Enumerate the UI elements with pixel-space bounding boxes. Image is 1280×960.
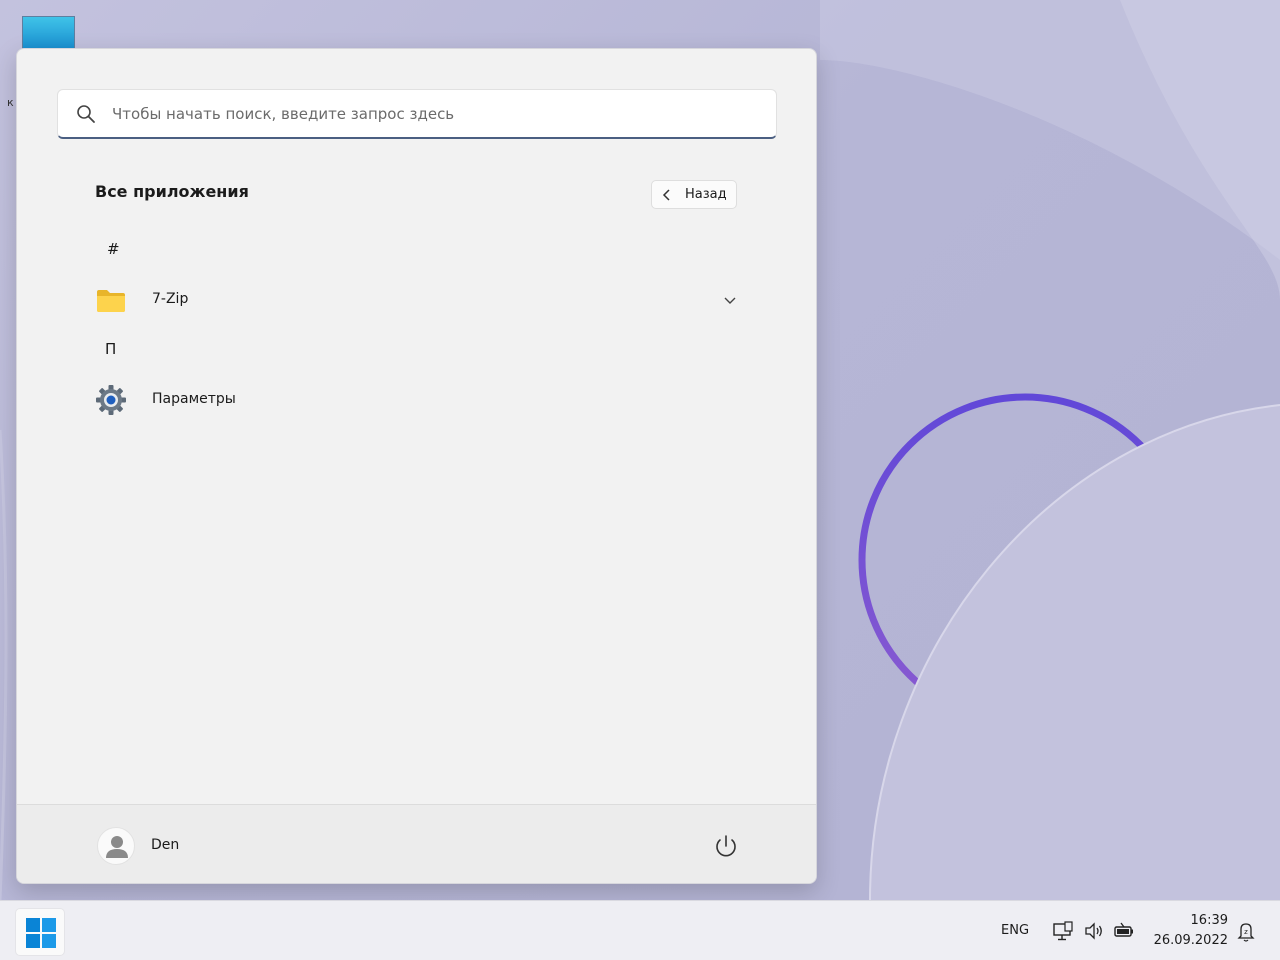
desktop-shortcut-icon[interactable] xyxy=(22,16,75,50)
search-input[interactable] xyxy=(112,90,752,138)
user-avatar[interactable] xyxy=(97,827,135,865)
start-menu: Все приложения Назад # 7-Zip П xyxy=(16,48,817,884)
chevron-down-icon[interactable] xyxy=(723,293,737,307)
app-item-7zip[interactable]: 7-Zip xyxy=(77,277,777,323)
network-icon[interactable] xyxy=(1052,920,1074,942)
start-menu-footer: Den xyxy=(17,804,816,883)
user-name[interactable]: Den xyxy=(151,837,179,853)
gear-icon xyxy=(96,385,126,415)
clock-time: 16:39 xyxy=(1190,913,1228,928)
taskbar-clock[interactable]: 16:39 26.09.2022 xyxy=(1150,911,1228,951)
desktop-icon-label-fragment: к xyxy=(7,96,14,109)
notification-icon[interactable]: z xyxy=(1236,920,1256,942)
windows-logo-icon xyxy=(26,918,56,948)
all-apps-title: Все приложения xyxy=(95,182,249,201)
start-button[interactable] xyxy=(15,908,65,956)
search-box[interactable] xyxy=(57,89,777,139)
app-label: Параметры xyxy=(152,391,236,407)
folder-icon xyxy=(97,290,125,312)
app-label: 7-Zip xyxy=(152,291,189,307)
battery-icon[interactable] xyxy=(1113,920,1135,942)
letter-header-hash[interactable]: # xyxy=(107,240,120,258)
search-icon xyxy=(77,105,95,123)
back-button[interactable]: Назад xyxy=(651,180,737,209)
user-icon xyxy=(106,836,128,858)
clock-date: 26.09.2022 xyxy=(1153,933,1228,948)
svg-text:z: z xyxy=(1244,928,1248,936)
app-item-settings[interactable]: Параметры xyxy=(77,377,777,423)
input-language-indicator[interactable]: ENG xyxy=(1001,923,1029,938)
letter-header-p[interactable]: П xyxy=(105,340,116,358)
chevron-left-icon xyxy=(662,189,670,201)
taskbar: ENG 16:39 26.09.2022 z xyxy=(0,900,1280,960)
volume-icon[interactable] xyxy=(1083,920,1105,942)
back-button-label: Назад xyxy=(685,187,727,202)
power-icon[interactable] xyxy=(709,830,743,864)
